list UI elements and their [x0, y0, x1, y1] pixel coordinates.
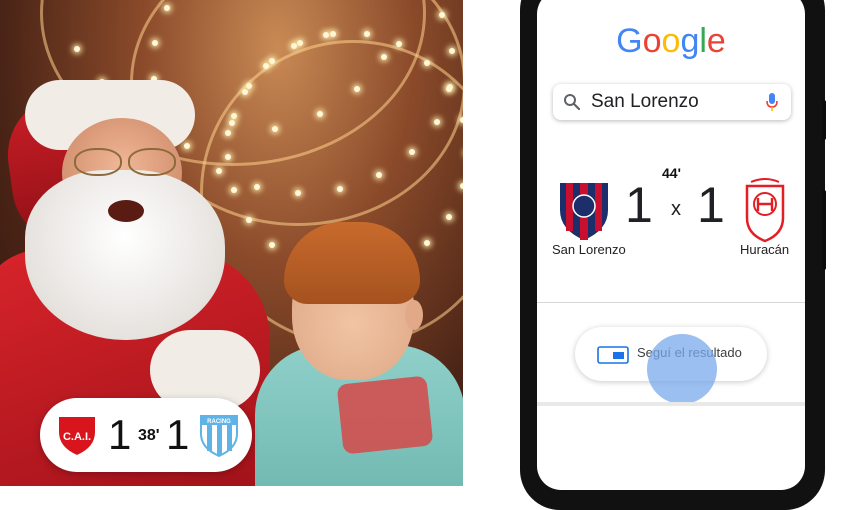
home-team-name: San Lorenzo: [552, 242, 626, 257]
light-bulb: [460, 183, 463, 190]
light-bulb: [164, 4, 171, 11]
google-logo: Google: [537, 22, 805, 61]
light-bulb: [353, 85, 360, 92]
power-button: [822, 190, 826, 270]
mic-icon[interactable]: [765, 92, 779, 112]
divider: [537, 302, 805, 303]
light-bulb: [224, 129, 231, 136]
santa-beard: [25, 170, 225, 340]
search-input[interactable]: [591, 91, 751, 113]
santa-glasses: [70, 148, 180, 176]
logo-letter: o: [661, 22, 681, 60]
light-bulb: [272, 125, 279, 132]
logo-letter: l: [699, 22, 707, 60]
san-lorenzo-crest-icon: [560, 183, 608, 240]
phone-screen: Google 44' 1 x 1 San Lorenzo Huracán: [537, 0, 805, 490]
score-pill: C.A.I. 1 38' 1 RACING: [40, 398, 252, 472]
light-bulb: [446, 85, 453, 92]
light-bulb: [262, 62, 269, 69]
search-box[interactable]: [553, 84, 791, 120]
santa-mouth: [108, 200, 144, 222]
light-bulb: [215, 167, 222, 174]
divider: [537, 402, 805, 406]
light-bulb: [253, 183, 260, 190]
home-score: 1: [625, 177, 653, 233]
light-bulb: [268, 57, 275, 64]
light-bulb: [322, 32, 329, 39]
light-bulb: [460, 116, 463, 123]
huracan-crest-icon: [745, 178, 785, 243]
match-minute: 38': [138, 427, 160, 444]
logo-letter: o: [642, 22, 662, 60]
logo-letter: e: [706, 22, 726, 60]
independiente-crest-icon: C.A.I.: [57, 415, 97, 458]
home-score: 1: [108, 411, 132, 458]
away-score: 1: [697, 177, 725, 233]
crest-lettering: RACING: [207, 419, 231, 425]
light-bulb: [225, 153, 232, 160]
light-bulb: [230, 112, 237, 119]
light-bulb: [228, 120, 235, 127]
logo-letter: g: [680, 22, 700, 60]
christmas-photo: C.A.I. 1 38' 1 RACING: [0, 0, 463, 486]
light-bulb: [433, 119, 440, 126]
light-bulb: [316, 110, 323, 117]
logo-letter: G: [616, 22, 643, 60]
card-icon: [597, 346, 629, 364]
light-bulb: [245, 82, 252, 89]
boy-ear: [405, 300, 423, 330]
match-minute: 44': [662, 165, 681, 181]
racing-crest-icon: RACING: [200, 415, 238, 458]
light-bulb: [329, 30, 336, 37]
volume-button: [822, 100, 826, 140]
light-bulb: [151, 39, 158, 46]
boy-shirt-print: [336, 375, 434, 455]
light-bulb: [241, 88, 248, 95]
away-team-name: Huracán: [740, 242, 790, 257]
away-score: 1: [166, 411, 190, 458]
tap-indicator: [647, 334, 717, 404]
light-bulb: [73, 45, 80, 52]
search-icon[interactable]: [563, 93, 581, 111]
light-bulb: [230, 187, 237, 194]
crest-lettering: C.A.I.: [63, 431, 91, 443]
light-bulb: [290, 43, 297, 50]
score-separator: x: [671, 198, 681, 220]
